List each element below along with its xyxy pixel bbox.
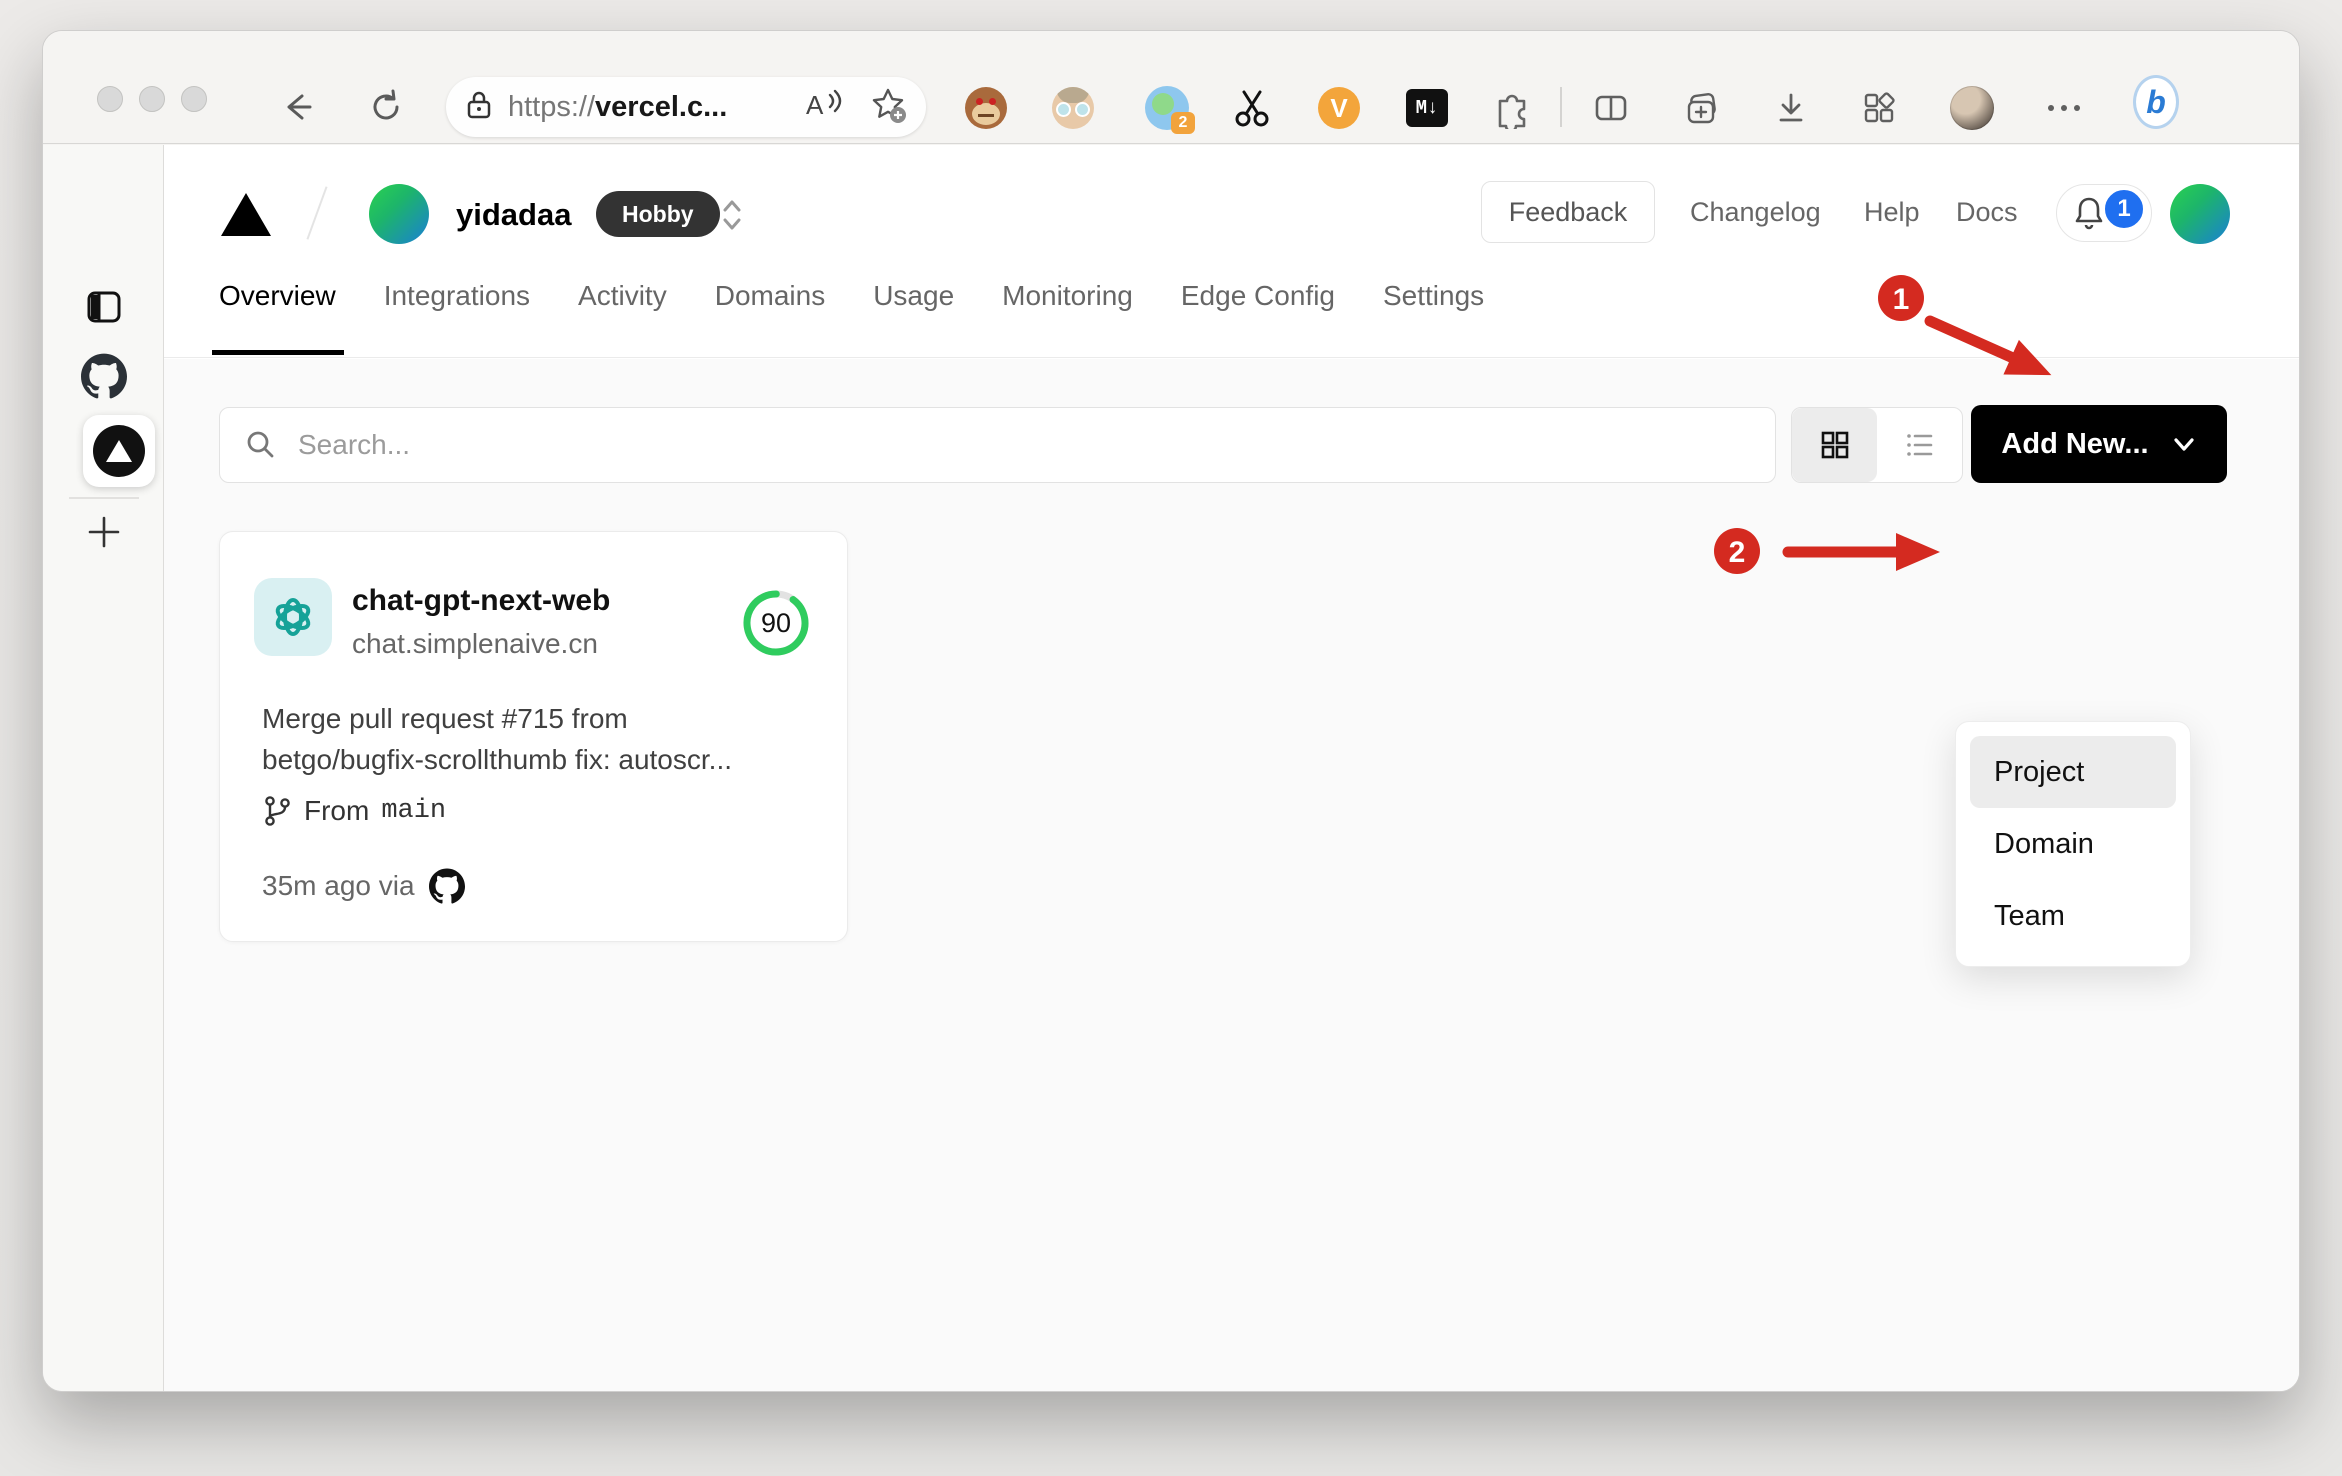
lock-icon [464, 88, 494, 127]
active-tab-underline [212, 350, 344, 355]
traffic-light-minimize[interactable] [139, 86, 165, 112]
tab-activity[interactable]: Activity [578, 280, 667, 316]
add-new-button[interactable]: Add New... [1971, 405, 2227, 483]
profile-avatar[interactable] [1949, 85, 1995, 131]
vercel-logo-icon[interactable] [221, 193, 271, 236]
vercel-dashboard-page: yidadaa Hobby Feedback Changelog Help Do… [164, 145, 2299, 1391]
dashboard-tabs: Overview Integrations Activity Domains U… [219, 280, 1484, 316]
svg-text:A: A [806, 90, 824, 120]
reload-icon[interactable] [364, 85, 408, 129]
list-view-button[interactable] [1877, 408, 1962, 482]
search-icon [247, 431, 274, 458]
help-link[interactable]: Help [1864, 197, 1920, 228]
score-ring: 90 [740, 587, 812, 659]
tab-settings[interactable]: Settings [1383, 280, 1484, 316]
grid-view-icon [1821, 431, 1848, 459]
address-bar[interactable]: https://vercel.c... A [446, 77, 926, 137]
tab-monitoring[interactable]: Monitoring [1002, 280, 1133, 316]
collections-icon[interactable] [1678, 85, 1724, 131]
url-host: vercel.c... [595, 90, 728, 123]
list-view-icon [1906, 434, 1932, 456]
sidebar-divider [69, 497, 139, 499]
browser-toolbar: https://vercel.c... A 2 V M↓ b [43, 31, 2299, 144]
latest-commit-message[interactable]: Merge pull request #715 from betgo/bugfi… [262, 698, 822, 780]
proxy-extension-icon[interactable]: 2 [1144, 85, 1195, 134]
browser-sidebar [43, 145, 164, 1391]
github-icon [428, 868, 465, 904]
dropdown-item-team[interactable]: Team [1970, 880, 2176, 952]
bing-chat-icon[interactable]: b [2133, 75, 2179, 129]
dropdown-item-project[interactable]: Project [1970, 736, 2176, 808]
search-input[interactable] [298, 429, 1751, 461]
tab-usage[interactable]: Usage [873, 280, 954, 316]
browser-window: https://vercel.c... A 2 V M↓ b yidadaa H… [42, 30, 2300, 1392]
sidebar-panel-icon[interactable] [43, 285, 164, 329]
extensions-puzzle-icon[interactable] [1489, 85, 1535, 131]
back-icon[interactable] [274, 85, 318, 129]
view-toggle [1791, 407, 1963, 483]
feedback-button[interactable]: Feedback [1481, 181, 1655, 243]
tampermonkey-extension-icon[interactable] [963, 85, 1009, 131]
traffic-light-zoom[interactable] [181, 86, 207, 112]
more-menu-icon[interactable] [2041, 85, 2087, 131]
tab-edge-config[interactable]: Edge Config [1181, 280, 1335, 316]
team-avatar[interactable] [369, 184, 429, 244]
tab-overview[interactable]: Overview [219, 280, 336, 316]
team-name[interactable]: yidadaa [456, 197, 571, 233]
vercel-icon [93, 425, 145, 477]
branch-row: From main [262, 794, 446, 828]
favorite-star-icon[interactable] [868, 85, 908, 130]
user-avatar[interactable] [2170, 184, 2230, 244]
project-domain[interactable]: chat.simplenaive.cn [352, 628, 598, 660]
tab-domains[interactable]: Domains [715, 280, 825, 316]
deployment-time-row: 35m ago via [262, 868, 465, 904]
project-card[interactable]: chat-gpt-next-web chat.simplenaive.cn 90… [219, 531, 848, 942]
read-aloud-icon[interactable]: A [804, 87, 846, 128]
project-name[interactable]: chat-gpt-next-web [352, 584, 610, 618]
tab-integrations[interactable]: Integrations [384, 280, 530, 316]
github-tab-icon[interactable] [43, 353, 164, 399]
dashboard-body: Add New... chat-gpt-next-web chat.simple… [164, 359, 2299, 1391]
grid-view-button[interactable] [1792, 408, 1877, 482]
docs-link[interactable]: Docs [1956, 197, 2018, 228]
extension-badge: 2 [1171, 112, 1195, 134]
new-tab-plus-icon[interactable] [43, 510, 164, 554]
add-new-dropdown: Project Domain Team [1955, 721, 2191, 967]
url-protocol: https:// [508, 90, 596, 123]
vimium-extension-icon[interactable]: V [1316, 85, 1362, 131]
scissors-extension-icon[interactable] [1229, 85, 1275, 131]
vercel-header: yidadaa Hobby Feedback Changelog Help Do… [164, 145, 2299, 358]
changelog-link[interactable]: Changelog [1690, 197, 1821, 228]
notification-count-badge: 1 [2102, 187, 2146, 231]
toolbar-divider [1560, 87, 1562, 127]
score-value: 90 [760, 608, 792, 638]
openai-logo-icon [254, 578, 332, 656]
desktop: https://vercel.c... A 2 V M↓ b yidadaa H… [0, 0, 2342, 1476]
team-switcher-icon[interactable] [712, 190, 752, 240]
vercel-tab-active[interactable] [83, 415, 155, 487]
markdown-extension-icon[interactable]: M↓ [1404, 85, 1450, 131]
plan-badge: Hobby [596, 191, 720, 237]
breadcrumb-slash [306, 186, 328, 240]
project-search[interactable] [219, 407, 1776, 483]
apps-icon[interactable] [1856, 85, 1902, 131]
dropdown-item-domain[interactable]: Domain [1970, 808, 2176, 880]
downloads-icon[interactable] [1768, 85, 1814, 131]
split-screen-icon[interactable] [1588, 85, 1634, 131]
git-branch-icon [265, 796, 290, 826]
branch-name: main [381, 796, 447, 826]
chevron-down-icon [2173, 438, 2194, 451]
avatar-extension-icon[interactable] [1050, 85, 1096, 131]
traffic-light-close[interactable] [97, 86, 123, 112]
